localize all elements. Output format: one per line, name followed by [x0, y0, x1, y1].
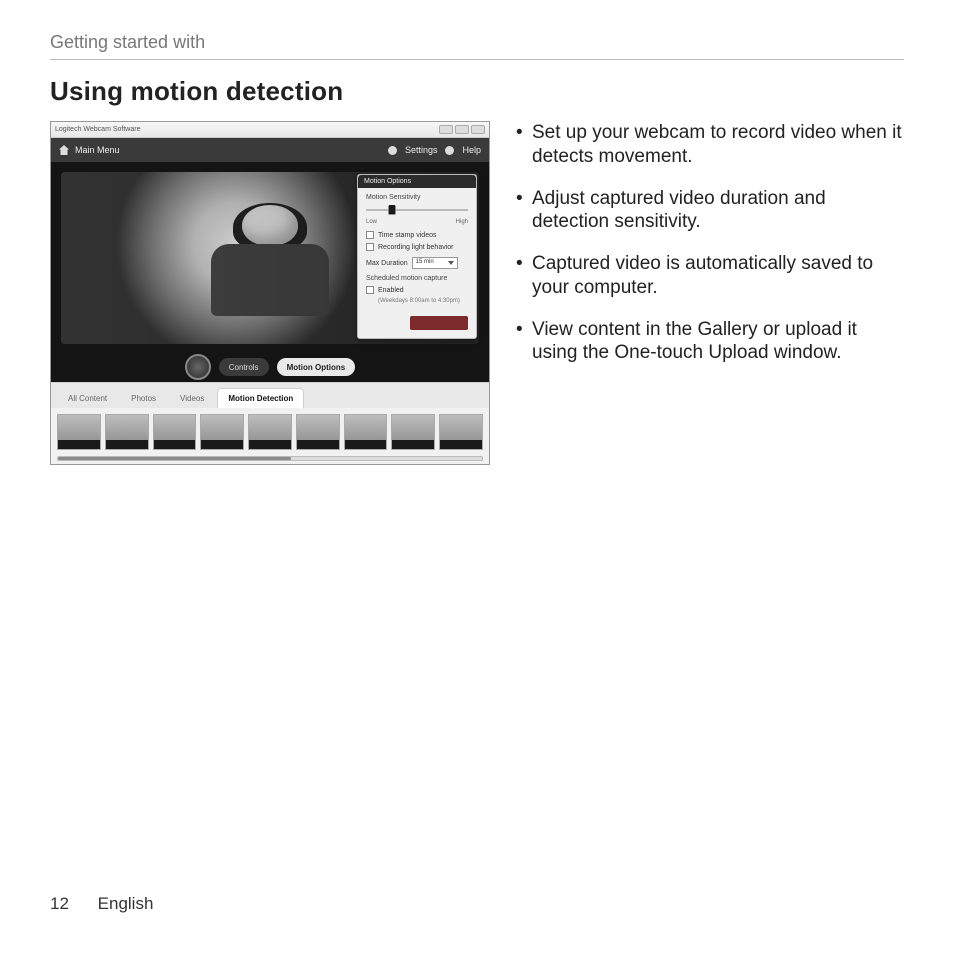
thumbnail[interactable]: 1:15 — [344, 414, 388, 450]
thumbnail[interactable]: 1:15 — [153, 414, 197, 450]
settings-button[interactable]: Settings — [405, 145, 438, 155]
edit-schedule-button[interactable] — [410, 316, 468, 330]
slider-low: Low — [366, 219, 377, 225]
thumbnail[interactable]: 1:15 — [391, 414, 435, 450]
bullet-item: View content in the Gallery or upload it… — [516, 318, 904, 366]
window-title: Logitech Webcam Software — [55, 126, 140, 133]
thumbnail[interactable]: 1:15 — [248, 414, 292, 450]
thumbnail[interactable]: 1:15 — [105, 414, 149, 450]
recording-light-label: Recording light behavior — [378, 244, 454, 251]
scheduled-label: Scheduled motion capture — [366, 275, 468, 282]
gear-icon[interactable] — [388, 146, 397, 155]
tab-photos[interactable]: Photos — [120, 388, 167, 408]
bullet-list: Set up your webcam to record video when … — [516, 121, 904, 365]
panel-title: Motion Options — [358, 175, 476, 188]
thumbnail[interactable]: 1:15 — [296, 414, 340, 450]
page-number: 12 — [50, 894, 69, 913]
help-icon[interactable] — [445, 146, 454, 155]
thumbnail-strip: 1:15 1:15 1:15 1:15 1:15 1:15 1:15 1:15 … — [51, 408, 489, 464]
schedule-hint: (Weekdays 8:00am to 4:30pm) — [378, 298, 468, 304]
max-duration-select[interactable]: 15 min — [412, 257, 458, 269]
thumbnail[interactable]: 1:15 — [57, 414, 101, 450]
motion-options-panel: Motion Options Motion Sensitivity Low Hig… — [357, 174, 477, 339]
timestamp-checkbox[interactable] — [366, 231, 374, 239]
sensitivity-slider[interactable] — [366, 205, 468, 215]
section-title: Using motion detection — [50, 76, 904, 107]
record-button[interactable] — [185, 354, 211, 380]
main-menu-button[interactable]: Main Menu — [75, 145, 120, 155]
running-head: Getting started with — [50, 32, 904, 60]
tab-all-content[interactable]: All Content — [57, 388, 118, 408]
bullet-item: Adjust captured video duration and detec… — [516, 187, 904, 235]
page-language: English — [98, 894, 154, 913]
max-duration-label: Max Duration — [366, 260, 408, 267]
home-icon[interactable] — [59, 145, 69, 155]
tab-motion-detection[interactable]: Motion Detection — [217, 388, 304, 408]
timestamp-label: Time stamp videos — [378, 232, 436, 239]
tab-videos[interactable]: Videos — [169, 388, 215, 408]
thumbnail-scrollbar[interactable] — [57, 456, 483, 461]
window-buttons[interactable] — [439, 125, 485, 134]
enabled-checkbox[interactable] — [366, 286, 374, 294]
thumbnail[interactable]: 1:15 — [200, 414, 244, 450]
enabled-label: Enabled — [378, 287, 404, 294]
sensitivity-label: Motion Sensitivity — [366, 194, 468, 201]
motion-options-pill[interactable]: Motion Options — [277, 358, 356, 376]
slider-high: High — [456, 219, 468, 225]
controls-pill[interactable]: Controls — [219, 358, 269, 376]
bullet-item: Captured video is automatically saved to… — [516, 252, 904, 300]
bullet-item: Set up your webcam to record video when … — [516, 121, 904, 169]
thumbnail[interactable]: 1:15 — [439, 414, 483, 450]
help-button[interactable]: Help — [462, 145, 481, 155]
app-screenshot: Logitech Webcam Software Main Menu Setti… — [50, 121, 490, 465]
recording-light-checkbox[interactable] — [366, 243, 374, 251]
